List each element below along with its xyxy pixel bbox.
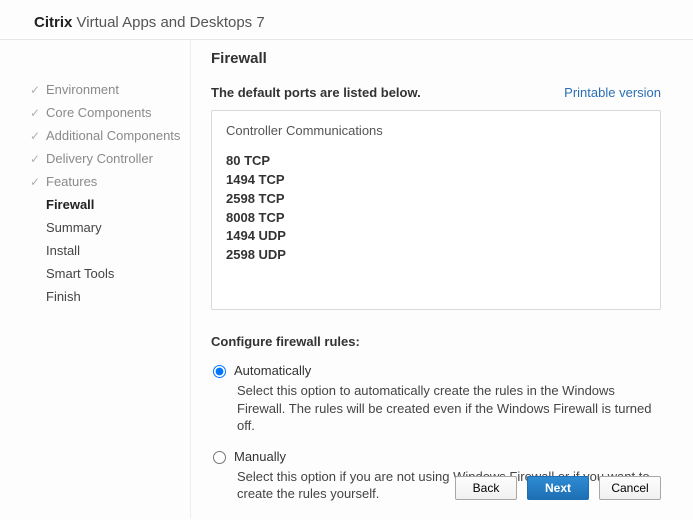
product-name: Virtual Apps and Desktops 7 [77,14,265,31]
brand-name: Citrix [34,14,72,31]
port-entry: 1494 UDP [226,227,646,246]
port-entry: 80 TCP [226,152,646,171]
wizard-steps: ✓Environment✓Core Components✓Additional … [0,40,190,518]
port-entry: 8008 TCP [226,209,646,228]
check-icon: ✓ [30,152,46,166]
step-summary: ✓Summary [30,216,182,239]
subhead: The default ports are listed below. [211,85,421,100]
radio-auto-input[interactable] [213,365,226,378]
ports-list: 80 TCP1494 TCP2598 TCP8008 TCP1494 UDP25… [226,152,646,265]
step-additional-components: ✓Additional Components [30,124,182,147]
step-label: Smart Tools [46,266,114,281]
printable-version-link[interactable]: Printable version [564,85,661,100]
next-button[interactable]: Next [527,476,589,500]
port-entry: 2598 TCP [226,190,646,209]
step-label: Delivery Controller [46,151,153,166]
step-label: Finish [46,289,81,304]
step-smart-tools: ✓Smart Tools [30,262,182,285]
radio-automatically[interactable]: Automatically [211,363,661,378]
check-icon: ✓ [30,106,46,120]
step-core-components: ✓Core Components [30,101,182,124]
app-title: Citrix Virtual Apps and Desktops 7 [0,0,693,39]
radio-manually[interactable]: Manually [211,449,661,464]
back-button[interactable]: Back [455,476,517,500]
step-delivery-controller: ✓Delivery Controller [30,147,182,170]
step-firewall: ✓Firewall [30,193,182,216]
port-entry: 2598 UDP [226,246,646,265]
step-install: ✓Install [30,239,182,262]
radio-manual-label[interactable]: Manually [234,449,286,464]
step-label: Environment [46,82,119,97]
step-label: Firewall [46,197,94,212]
check-icon: ✓ [30,129,46,143]
step-label: Install [46,243,80,258]
step-label: Additional Components [46,128,180,143]
cancel-button[interactable]: Cancel [599,476,661,500]
step-finish: ✓Finish [30,285,182,308]
step-environment: ✓Environment [30,78,182,101]
config-label: Configure firewall rules: [211,334,661,349]
step-features: ✓Features [30,170,182,193]
step-label: Summary [46,220,102,235]
radio-auto-desc: Select this option to automatically crea… [237,382,661,435]
radio-auto-label[interactable]: Automatically [234,363,311,378]
check-icon: ✓ [30,175,46,189]
ports-panel: Controller Communications 80 TCP1494 TCP… [211,110,661,310]
step-label: Features [46,174,97,189]
check-icon: ✓ [30,83,46,97]
page-title: Firewall [211,50,661,67]
button-row: Back Next Cancel [455,476,661,500]
panel-title: Controller Communications [226,123,646,138]
port-entry: 1494 TCP [226,171,646,190]
step-label: Core Components [46,105,152,120]
radio-manual-input[interactable] [213,451,226,464]
